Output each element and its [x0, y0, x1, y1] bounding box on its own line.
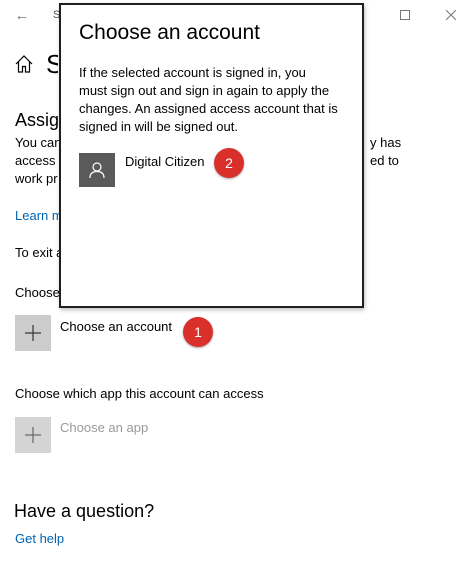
step-badge-2: 2 [214, 148, 244, 178]
maximize-icon[interactable] [382, 0, 428, 30]
flyout-text-line: must sign out and sign in again to apply… [79, 83, 330, 98]
choose-account-heading: Choose [15, 285, 60, 300]
get-help-link[interactable]: Get help [15, 531, 64, 546]
exit-instructions: To exit a [15, 245, 64, 260]
help-heading: Have a question? [14, 501, 155, 521]
plus-icon [25, 325, 41, 341]
close-icon[interactable] [428, 0, 474, 30]
choose-app-heading: Choose which app this account can access [15, 386, 264, 401]
account-option-digital-citizen[interactable]: Digital Citizen [79, 151, 279, 187]
choose-app-label[interactable]: Choose an app [60, 420, 148, 435]
section-description-right: y has ed to [370, 134, 401, 170]
home-icon[interactable] [14, 54, 34, 74]
settings-window: ← S S Assigned access You can access to … [0, 0, 474, 571]
step-badge-1: 1 [183, 317, 213, 347]
flyout-title: Choose an account [79, 21, 260, 44]
learn-more-link[interactable]: Learn m [15, 208, 63, 223]
add-account-button[interactable] [15, 315, 51, 351]
choose-account-label[interactable]: Choose an account [60, 319, 172, 334]
flyout-text-line: signed in will be signed out. [79, 119, 238, 134]
flyout-description: If the selected account is signed in, yo… [79, 64, 349, 136]
flyout-text-line: If the selected account is signed in, yo… [79, 65, 306, 80]
add-app-button[interactable] [15, 417, 51, 453]
account-name: Digital Citizen [125, 154, 205, 169]
back-arrow-icon[interactable]: ← [10, 6, 34, 26]
description-line: ed to [370, 153, 399, 168]
description-line: y has [370, 135, 402, 150]
plus-icon [25, 427, 41, 443]
choose-account-flyout: Choose an account If the selected accoun… [59, 3, 364, 308]
flyout-text-line: changes. An assigned access account that… [79, 101, 338, 116]
page-title: S [46, 49, 58, 79]
avatar [79, 153, 115, 187]
user-icon [89, 162, 105, 179]
